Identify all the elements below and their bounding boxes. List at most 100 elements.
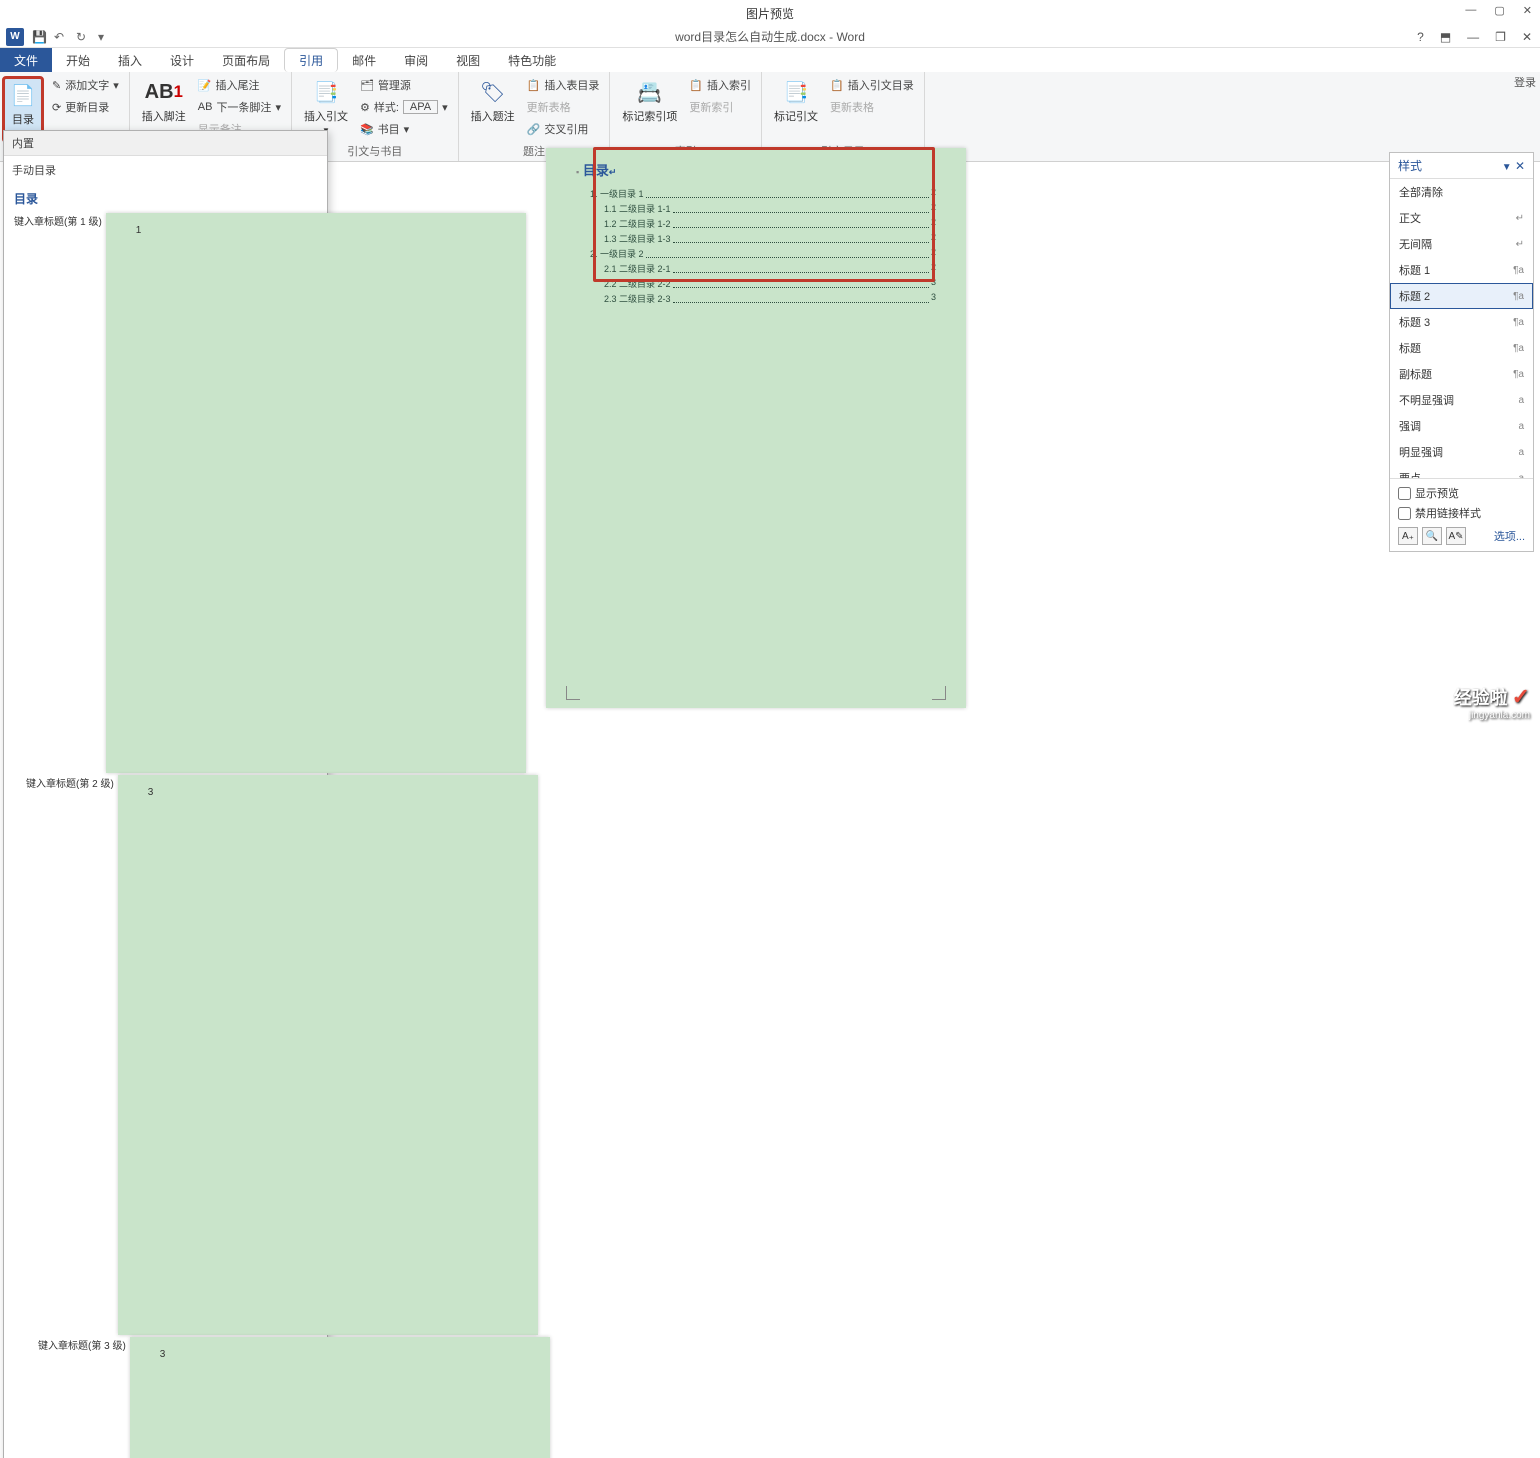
- caption-icon: 🏷: [479, 78, 507, 106]
- add-text-button[interactable]: ✎添加文字 ▾: [50, 76, 121, 94]
- footnote-icon: AB1: [150, 78, 178, 106]
- citation-icon: 📑: [312, 78, 340, 106]
- mark-citation-icon: 📑: [782, 78, 810, 106]
- toc-manual-preview[interactable]: 目录 键入章标题(第 1 级)1 键入章标题(第 2 级)3 键入章标题(第 3…: [4, 182, 327, 1458]
- cross-reference-button[interactable]: 🔗交叉引用: [525, 120, 602, 138]
- style-item[interactable]: 强调a: [1390, 413, 1533, 439]
- show-preview-checkbox[interactable]: 显示预览: [1398, 485, 1525, 501]
- redo-icon[interactable]: ↻: [76, 30, 90, 44]
- outer-titlebar: 图片预览 — ▢ ✕: [0, 0, 1540, 26]
- doc-toc-line[interactable]: 1.2 二级目录 1-22: [576, 217, 936, 230]
- tab-references[interactable]: 引用: [284, 48, 338, 72]
- style-item[interactable]: 全部清除: [1390, 179, 1533, 205]
- style-item[interactable]: 明显强调a: [1390, 439, 1533, 465]
- style-item[interactable]: 要点a: [1390, 465, 1533, 478]
- tab-design[interactable]: 设计: [156, 48, 208, 72]
- document-title: word目录怎么自动生成.docx - Word: [675, 28, 865, 45]
- tab-review[interactable]: 审阅: [390, 48, 442, 72]
- update-toa-button[interactable]: 更新表格: [828, 98, 916, 116]
- style-inspector-button[interactable]: 🔍: [1422, 527, 1442, 545]
- doc-toc-line[interactable]: 2.1 二级目录 2-12: [576, 262, 936, 275]
- outer-title: 图片预览: [746, 5, 794, 22]
- update-toc-button[interactable]: ⟳更新目录: [50, 98, 121, 116]
- insert-tof-button[interactable]: 📋插入表目录: [525, 76, 602, 94]
- tab-view[interactable]: 视图: [442, 48, 494, 72]
- style-item[interactable]: 不明显强调a: [1390, 387, 1533, 413]
- citation-style-select[interactable]: ⚙样式: APA ▾: [358, 98, 450, 116]
- insert-toa-icon: 📋: [830, 79, 844, 92]
- tab-home[interactable]: 开始: [52, 48, 104, 72]
- styles-footer: 显示预览 禁用链接样式 A₊ 🔍 A✎ 选项...: [1390, 478, 1533, 551]
- endnote-icon: 📝: [198, 79, 212, 92]
- manage-styles-button[interactable]: A✎: [1446, 527, 1466, 545]
- word-minimize-icon[interactable]: —: [1467, 30, 1479, 44]
- biblio-icon: 📚: [360, 123, 374, 136]
- insert-index-icon: 📋: [689, 79, 703, 92]
- update-table-button[interactable]: 更新表格: [525, 98, 602, 116]
- doc-toc-body: 1. 一级目录 12 1.1 二级目录 1-12 1.2 二级目录 1-22 1.3 …: [576, 187, 936, 305]
- new-style-button[interactable]: A₊: [1398, 527, 1418, 545]
- style-item[interactable]: 标题 1¶a: [1390, 257, 1533, 283]
- insert-citation-button[interactable]: 📑 插入引文 ▼: [300, 76, 352, 137]
- watermark: 经验啦✓ jingyanla.com: [1454, 684, 1530, 721]
- next-footnote-icon: AB: [198, 101, 213, 113]
- style-item[interactable]: 标题¶a: [1390, 335, 1533, 361]
- toc-dropdown-menu: 内置 手动目录 目录 键入章标题(第 1 级)1 键入章标题(第 2 级)3 键…: [3, 130, 328, 1458]
- word-restore-icon[interactable]: ❐: [1495, 30, 1506, 44]
- style-item[interactable]: 标题 2¶a: [1390, 283, 1533, 309]
- insert-toa-button[interactable]: 📋插入引文目录: [828, 76, 916, 94]
- page-corner-br: [932, 686, 946, 700]
- tab-insert[interactable]: 插入: [104, 48, 156, 72]
- doc-toc-line[interactable]: 2.3 二级目录 2-33: [576, 292, 936, 305]
- qat-customize-icon[interactable]: ▾: [98, 30, 112, 44]
- doc-toc-line[interactable]: 1.1 二级目录 1-12: [576, 202, 936, 215]
- insert-endnote-button[interactable]: 📝插入尾注: [196, 76, 283, 94]
- update-icon: ⟳: [52, 101, 61, 114]
- styles-close-icon[interactable]: ✕: [1515, 159, 1525, 173]
- styles-pane: 样式 ▼ ✕ 全部清除正文↵无间隔↵标题 1¶a标题 2¶a标题 3¶a标题¶a…: [1389, 152, 1534, 552]
- save-icon[interactable]: 💾: [32, 30, 46, 44]
- doc-toc-line[interactable]: 1. 一级目录 12: [576, 187, 936, 200]
- tab-mailings[interactable]: 邮件: [338, 48, 390, 72]
- tab-special[interactable]: 特色功能: [494, 48, 570, 72]
- login-label[interactable]: 登录: [1514, 74, 1536, 90]
- mark-citation-button[interactable]: 📑 标记引文: [770, 76, 822, 126]
- bibliography-button[interactable]: 📚书目 ▾: [358, 120, 450, 138]
- word-close-icon[interactable]: ✕: [1522, 30, 1532, 44]
- manage-icon: 🗂: [360, 79, 374, 92]
- doc-toc-line[interactable]: 2.2 二级目录 2-23: [576, 277, 936, 290]
- undo-icon[interactable]: ↶: [54, 30, 68, 44]
- insert-index-button[interactable]: 📋插入索引: [687, 76, 753, 94]
- manage-sources-button[interactable]: 🗂管理源: [358, 76, 450, 94]
- minimize-icon[interactable]: —: [1465, 4, 1476, 17]
- ribbon-display-icon[interactable]: ⬒: [1440, 30, 1451, 44]
- doc-toc-title: ▪ 目录↵: [576, 160, 936, 179]
- next-footnote-button[interactable]: AB下一条脚注 ▾: [196, 98, 283, 116]
- doc-toc-line[interactable]: 2. 一级目录 22: [576, 247, 936, 260]
- tab-file[interactable]: 文件: [0, 48, 52, 72]
- word-logo-icon: W: [6, 28, 24, 46]
- disable-linked-checkbox[interactable]: 禁用链接样式: [1398, 505, 1525, 521]
- help-icon[interactable]: ?: [1417, 30, 1424, 44]
- close-icon[interactable]: ✕: [1523, 4, 1532, 17]
- outer-window-controls: — ▢ ✕: [1465, 4, 1532, 17]
- styles-dropdown-icon[interactable]: ▼: [1502, 162, 1512, 173]
- add-text-icon: ✎: [52, 79, 61, 92]
- style-item[interactable]: 无间隔↵: [1390, 231, 1533, 257]
- doc-toc-line[interactable]: 1.3 二级目录 1-32: [576, 232, 936, 245]
- insert-caption-button[interactable]: 🏷 插入题注: [467, 76, 519, 126]
- insert-footnote-button[interactable]: AB1 插入脚注: [138, 76, 190, 126]
- toc-button-label: 目录: [12, 111, 34, 127]
- maximize-icon[interactable]: ▢: [1494, 4, 1504, 17]
- update-index-button[interactable]: 更新索引: [687, 98, 753, 116]
- styles-options-link[interactable]: 选项...: [1494, 528, 1525, 544]
- style-item[interactable]: 副标题¶a: [1390, 361, 1533, 387]
- toc-manual-title: 目录: [14, 190, 317, 207]
- style-icon: ⚙: [360, 101, 370, 114]
- tab-layout[interactable]: 页面布局: [208, 48, 284, 72]
- crossref-icon: 🔗: [527, 123, 541, 136]
- document-page[interactable]: ▪ 目录↵ 1. 一级目录 12 1.1 二级目录 1-12 1.2 二级目录 1-…: [546, 148, 966, 708]
- mark-index-button[interactable]: 📇 标记索引项: [618, 76, 681, 126]
- style-item[interactable]: 正文↵: [1390, 205, 1533, 231]
- style-item[interactable]: 标题 3¶a: [1390, 309, 1533, 335]
